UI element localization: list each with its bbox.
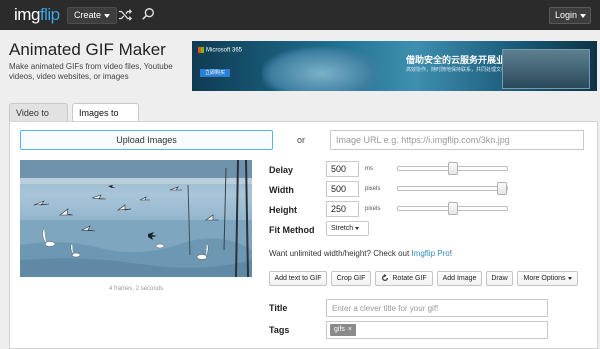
tag-chip: gifs × [330,324,356,336]
delay-slider[interactable] [397,162,508,175]
tag-chip-label: gifs [334,326,345,333]
fit-method-select[interactable]: Stretch [326,221,369,236]
fit-method-value: Stretch [331,225,354,232]
chevron-down-icon [104,13,111,18]
fit-method-label: Fit Method [269,225,315,235]
logo-text-flip: flip [39,5,60,24]
rotate-gif-button[interactable]: Rotate GIF [375,271,433,286]
delay-slider-thumb[interactable] [447,162,458,175]
ad-brand: Microsoft 365 [198,47,242,54]
ad-headline: 借助安全的云服务开展业务 [406,55,515,65]
create-label: Create [74,10,102,20]
ad-image-person [262,47,382,91]
create-dropdown-button[interactable]: Create [67,7,118,24]
gif-title-input[interactable] [326,299,548,317]
ad-brand-text: Microsoft 365 [206,47,243,54]
chevron-down-icon [355,226,360,230]
width-unit: pixels [365,186,381,192]
ad-cta-button[interactable]: 立即购买 [200,69,230,77]
delay-unit: ms [365,166,373,172]
login-button[interactable]: Login [549,7,591,24]
microsoft-logo-icon [198,47,204,53]
width-slider[interactable] [397,182,508,195]
page-description: Make animated GIFs from video files, You… [9,62,173,81]
login-label: Login [555,10,578,20]
logo-text-img: img [14,5,40,24]
more-options-button[interactable]: More Options [517,271,578,286]
imgflip-pro-link[interactable]: Imgflip Pro [411,249,449,258]
height-slider-thumb[interactable] [447,202,458,215]
search-icon[interactable] [141,7,155,21]
promo-suffix: ! [449,249,452,258]
delay-label: Delay [269,165,294,175]
chevron-down-icon [567,276,572,280]
preview-caption: 4 frames, 2 seconds [108,286,164,292]
imgflip-logo[interactable]: imgflip [14,5,60,25]
width-slider-thumb[interactable] [497,182,507,195]
delay-input[interactable] [326,161,359,177]
page-title: Animated GIF Maker [9,40,166,59]
draw-button[interactable]: Draw [486,271,513,286]
height-unit: pixels [365,206,381,212]
add-image-button[interactable]: Add Image [437,271,482,286]
ad-image-screen [502,49,590,89]
image-url-input[interactable] [330,130,584,150]
rotate-icon [382,274,389,282]
ad-subtext: 高效协作，随时随地保持联系，共同处理文档 [406,67,507,73]
gif-preview-image [20,160,252,277]
crop-gif-button[interactable]: Crop GIF [331,271,371,286]
title-label: Title [269,303,288,313]
tags-label: Tags [269,325,290,335]
shuffle-icon[interactable] [118,8,132,22]
promo-text: Want unlimited width/height? Check out [269,249,412,258]
height-slider[interactable] [397,202,508,215]
tab-video-to-gif[interactable]: Video to GIF [9,103,68,136]
tags-input[interactable]: gifs × [326,321,548,339]
more-options-label: More Options [523,275,566,282]
gif-preview [20,160,252,277]
pro-promo: Want unlimited width/height? Check out I… [269,249,452,258]
rotate-label: Rotate GIF [392,275,427,282]
height-label: Height [269,205,297,215]
height-input[interactable] [326,201,359,217]
add-text-button[interactable]: Add text to GIF [269,271,327,286]
upload-images-button[interactable]: Upload Images [20,130,273,150]
ad-banner[interactable]: Microsoft 365 立即购买 借助安全的云服务开展业务 高效协作，随时随… [192,41,597,91]
top-navbar: imgflip Create Login [0,0,600,30]
tab-images-to-gif[interactable]: Images to GIF [72,103,139,136]
chevron-down-icon [580,13,587,18]
close-icon[interactable]: × [348,326,352,333]
or-label: or [297,135,306,145]
width-label: Width [269,185,294,195]
width-input[interactable] [326,181,359,197]
